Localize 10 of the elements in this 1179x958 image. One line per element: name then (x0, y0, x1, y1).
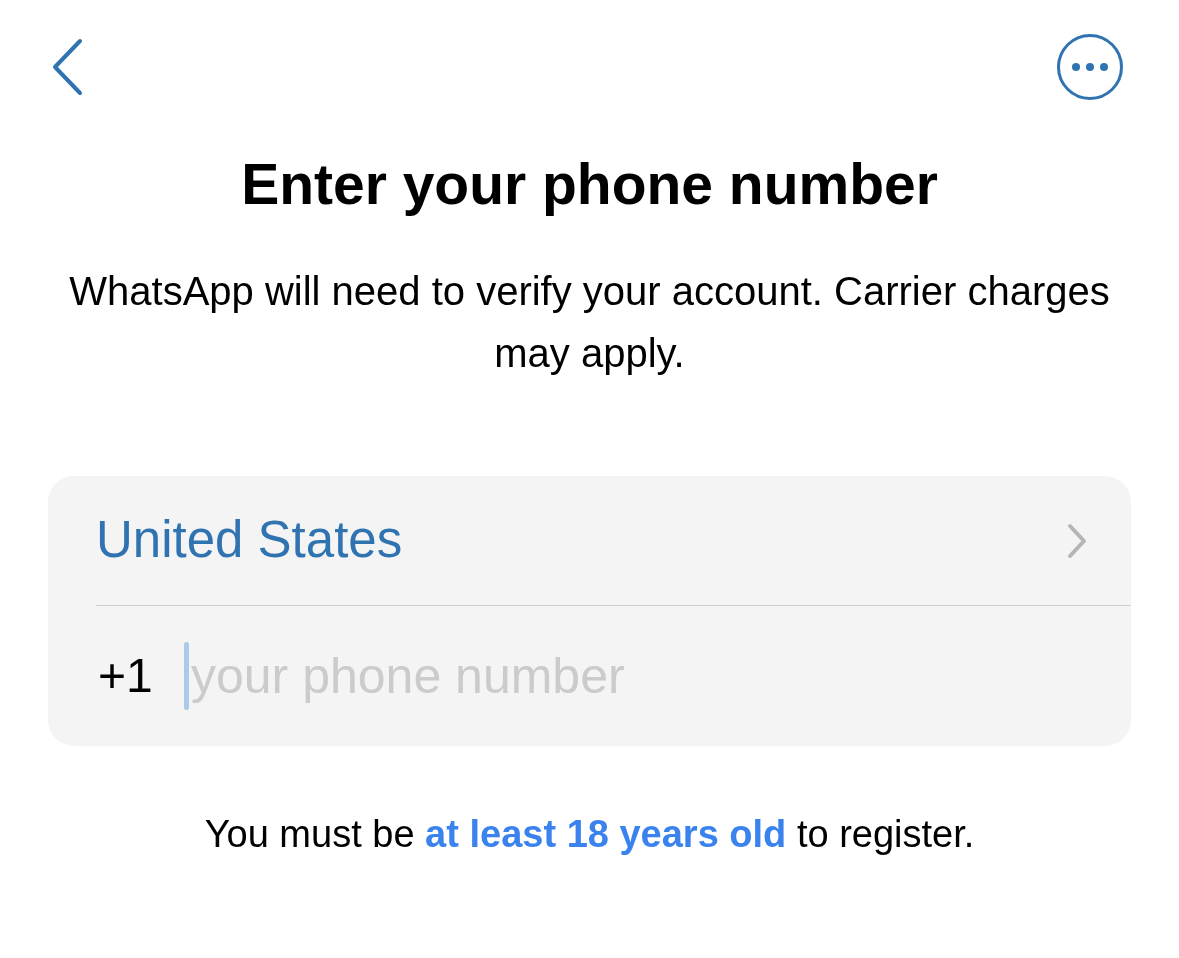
subtitle: WhatsApp will need to verify your account. Carrier charges may apply. (68, 268, 1111, 377)
country-code: +1 (98, 648, 154, 704)
more-button[interactable] (1057, 34, 1123, 100)
age-requirement-link[interactable]: at least 18 years old (425, 813, 787, 855)
country-selector[interactable]: United States (96, 476, 1131, 606)
back-icon (50, 38, 84, 96)
page-title: Enter your phone number (240, 152, 939, 216)
more-icon (1072, 63, 1108, 71)
chevron-right-icon (1067, 522, 1087, 559)
age-notice: You must be at least 18 years old to register. (203, 812, 976, 857)
